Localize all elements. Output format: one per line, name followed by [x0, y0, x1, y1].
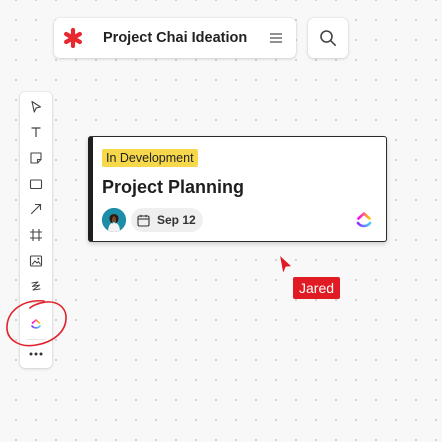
frame-icon [30, 229, 42, 241]
clickup-logo-icon [31, 319, 41, 329]
calendar-icon [137, 214, 150, 227]
pen-tool[interactable] [26, 277, 46, 297]
toolbar-divider [27, 339, 45, 340]
ellipsis-icon [29, 352, 43, 356]
pointer-arrow-icon [31, 100, 42, 113]
shape-tool[interactable] [26, 174, 46, 194]
search-button[interactable] [308, 18, 348, 58]
status-badge[interactable]: In Development [102, 149, 198, 167]
search-icon [320, 30, 337, 47]
more-tools[interactable] [26, 344, 46, 364]
select-tool[interactable] [26, 97, 46, 117]
collaborator-name-label: Jared [293, 277, 341, 299]
rectangle-icon [29, 179, 43, 190]
board-header: Project Chai Ideation [54, 18, 296, 58]
image-icon [29, 255, 43, 267]
card-title[interactable]: Project Planning [102, 177, 244, 198]
hamburger-menu-icon[interactable] [266, 28, 286, 48]
image-tool[interactable] [26, 251, 46, 271]
task-card[interactable]: In Development Project Planning Sep 12 [88, 136, 387, 242]
frame-tool[interactable] [26, 225, 46, 245]
pen-scribble-icon [31, 281, 41, 291]
text-tool[interactable] [26, 122, 46, 142]
due-date: Sep 12 [157, 213, 196, 227]
text-t-icon [31, 127, 41, 137]
clickup-tool[interactable] [26, 314, 46, 334]
board-title[interactable]: Project Chai Ideation [103, 30, 247, 46]
arrow-diagonal-icon [30, 203, 42, 215]
person-avatar-icon [102, 208, 126, 232]
tool-palette [20, 92, 52, 368]
collaborator-cursor-icon [279, 254, 293, 275]
clickup-logo-icon[interactable] [355, 210, 373, 230]
avatar[interactable] [102, 208, 126, 232]
sticky-note-tool[interactable] [26, 148, 46, 168]
toolbar-divider [27, 302, 45, 303]
due-date-chip[interactable]: Sep 12 [131, 208, 203, 232]
asterisk-logo-icon[interactable] [62, 27, 84, 49]
sticky-note-icon [30, 152, 42, 164]
connector-tool[interactable] [26, 199, 46, 219]
